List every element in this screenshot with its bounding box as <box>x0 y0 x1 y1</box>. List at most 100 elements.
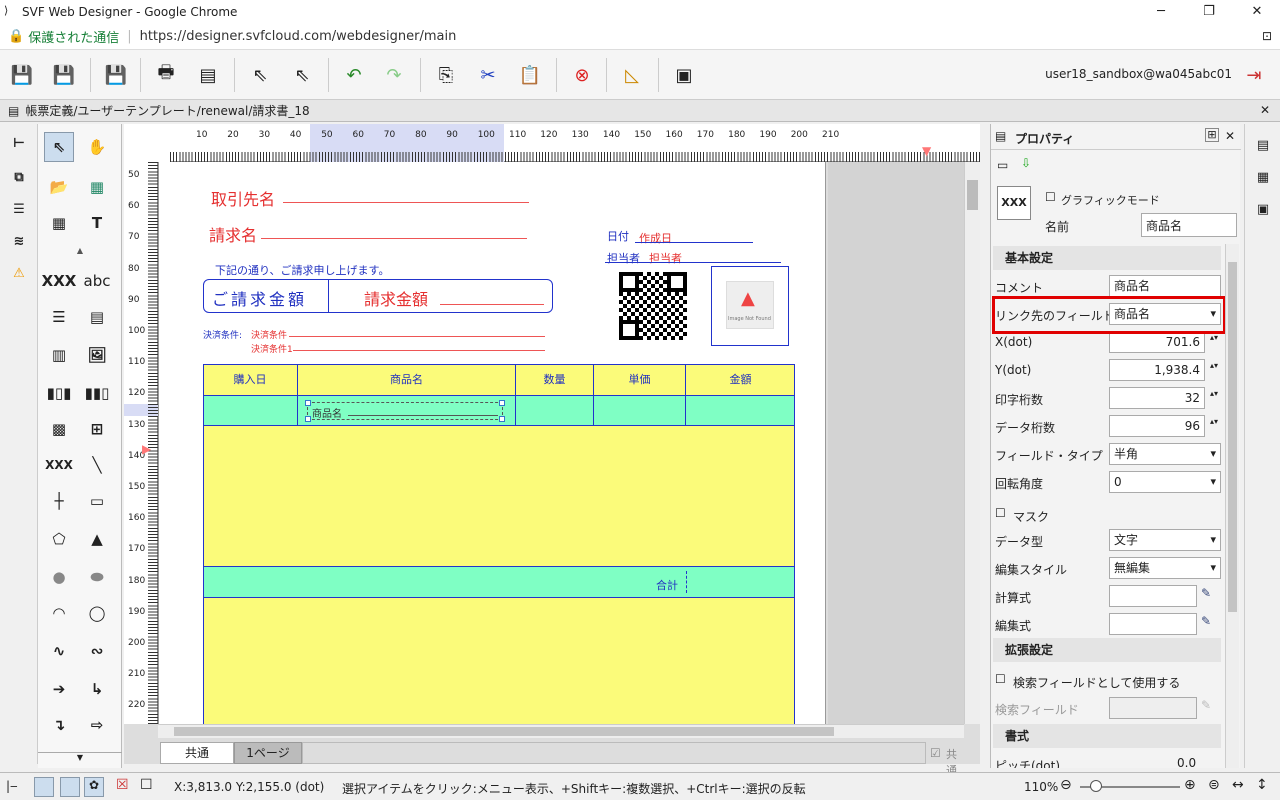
cross-line-icon[interactable]: ┼ <box>44 486 74 516</box>
grid-settings-icon[interactable]: ▦ <box>1248 162 1278 192</box>
color-icon[interactable]: ✿ <box>84 777 104 797</box>
error-icon[interactable]: ☒ <box>116 777 129 793</box>
qr-code[interactable] <box>619 272 687 340</box>
seikyu-field[interactable]: 請求名 <box>209 222 257 246</box>
prop-input[interactable]: 0 <box>1109 471 1221 493</box>
calc-input[interactable] <box>1109 585 1197 607</box>
form-page[interactable]: 取引先名 請求名 日付 作成日 担当者 担当者 下記の通り、ご請求申し上げます。… <box>158 162 826 724</box>
prop-input[interactable]: 半角 <box>1109 443 1221 465</box>
field-tool-icon[interactable]: XXX <box>42 266 77 296</box>
open-folder-icon[interactable]: 📂 <box>44 172 74 202</box>
props-scrollbar[interactable] <box>1225 244 1239 768</box>
bent-arrow-icon[interactable]: ↳ <box>82 674 112 704</box>
curve-icon[interactable]: ∾ <box>82 636 112 666</box>
undo-icon[interactable]: ↶ <box>340 61 368 89</box>
qr-icon[interactable]: ▩ <box>44 414 74 444</box>
box-icon[interactable]: ☐ <box>140 777 153 793</box>
arrow-icon[interactable]: ➔ <box>44 674 74 704</box>
search-edit-icon[interactable]: ✎ <box>1201 698 1211 712</box>
amount-box[interactable]: ご請求金額 請求金額 <box>203 279 553 313</box>
delete-icon[interactable]: ⊗ <box>568 61 596 89</box>
barcode-icon[interactable]: ▮▯▮ <box>44 378 74 408</box>
edit-input[interactable] <box>1109 613 1197 635</box>
prop-input[interactable]: 701.6 <box>1109 331 1218 353</box>
payment-field-2[interactable]: 決済条件1 <box>251 342 293 355</box>
select-icon[interactable]: ⇖ <box>246 61 274 89</box>
copy-icon[interactable]: ⎘ <box>432 61 460 89</box>
table-header-cell[interactable]: 商品名 <box>297 364 515 396</box>
block-arrow-icon[interactable]: ⇨ <box>82 710 112 740</box>
close-window-button[interactable]: ✕ <box>1234 0 1280 24</box>
properties-toggle-icon[interactable]: ▤ <box>1248 130 1278 160</box>
zoom-slider[interactable] <box>1080 780 1180 792</box>
list-field-icon[interactable]: ☰ <box>44 302 74 332</box>
new-icon[interactable]: ▭ <box>997 158 1008 172</box>
prop-dropdown[interactable]: 無編集 <box>1109 557 1221 579</box>
polygon-icon[interactable]: ⬠ <box>44 524 74 554</box>
fit-width-icon[interactable]: ↔ <box>1232 777 1244 793</box>
table-header-cell[interactable]: 数量 <box>515 364 593 396</box>
close-props-icon[interactable]: ✕ <box>1225 129 1235 143</box>
zoom-in-icon[interactable]: ⊕ <box>1184 777 1196 793</box>
prop-input[interactable]: 32 <box>1109 387 1218 409</box>
logout-icon[interactable]: ⇥ <box>1240 61 1268 89</box>
redo-icon[interactable]: ↷ <box>380 61 408 89</box>
vertical-scrollbar[interactable] <box>964 162 980 724</box>
horizontal-scrollbar[interactable] <box>158 724 964 738</box>
minimize-button[interactable]: ─ <box>1138 0 1184 24</box>
preview-icon[interactable]: ▤ <box>194 61 222 89</box>
save-settings-icon[interactable]: 💾 <box>102 61 130 89</box>
select-all-icon[interactable]: ⇖ <box>288 61 316 89</box>
profile-icon[interactable]: ▣ <box>670 61 698 89</box>
table-icon[interactable]: ▥ <box>44 340 74 370</box>
table-header-cell[interactable]: 金額 <box>685 364 795 396</box>
mask-checkbox[interactable]: ☐ <box>995 506 1006 520</box>
graphic-mode-checkbox[interactable]: ☐ <box>1045 190 1056 204</box>
table-header-cell[interactable]: 単価 <box>593 364 685 396</box>
import-icon[interactable]: ▦ <box>82 172 112 202</box>
total-row[interactable]: 合計 <box>203 566 795 598</box>
line-icon[interactable]: ╲ <box>82 450 112 480</box>
subform-icon[interactable]: ▤ <box>82 302 112 332</box>
prop-dropdown[interactable]: 文字 <box>1109 529 1221 551</box>
list-icon[interactable]: ☰ <box>4 194 34 224</box>
name-input[interactable]: 商品名 <box>1141 213 1237 237</box>
document-tab[interactable]: ▤ 帳票定義/ユーザーテンプレート/renewal/請求書_18 ✕ <box>0 100 1280 122</box>
format-section[interactable]: 書式 <box>993 724 1221 748</box>
url-text[interactable]: https://designer.svfcloud.com/webdesigne… <box>140 29 457 44</box>
image-frame[interactable]: ▲ Image Not Found <box>711 266 789 346</box>
image-icon[interactable]: 🖼 <box>82 340 112 370</box>
ellipse-icon[interactable]: ⬬ <box>82 562 112 592</box>
bent-arrow2-icon[interactable]: ↴ <box>44 710 74 740</box>
close-tab-icon[interactable]: ✕ <box>1260 103 1270 117</box>
rectangle-icon[interactable]: ▭ <box>82 486 112 516</box>
paste-icon[interactable]: 📋 <box>516 61 544 89</box>
prop-input[interactable]: 96 <box>1109 415 1218 437</box>
tree-icon[interactable]: ⊢ <box>4 128 34 158</box>
ellipse-arc-icon[interactable]: ◯ <box>82 598 112 628</box>
translate-icon[interactable]: ⊡ <box>1262 29 1272 43</box>
search-field-checkbox[interactable]: ☐ <box>995 672 1006 686</box>
ext-section[interactable]: 拡張設定 <box>993 638 1221 662</box>
payment-field-1[interactable]: 決済条件 <box>251 328 287 341</box>
cut-icon[interactable]: ✂ <box>474 61 502 89</box>
repeat-field-icon[interactable]: XXX <box>44 450 74 480</box>
grid-snap-icon[interactable] <box>34 777 54 797</box>
margin-marker-left-icon[interactable]: ▶ <box>142 442 151 456</box>
pointer-icon[interactable]: ⇖ <box>44 132 74 162</box>
ruler-icon[interactable]: ◺ <box>618 61 646 89</box>
triangle-icon[interactable]: ▲ <box>82 524 112 554</box>
download-icon[interactable]: ⇩ <box>1021 156 1031 170</box>
torihiki-field[interactable]: 取引先名 <box>211 186 275 210</box>
prop-input[interactable]: 商品名 <box>1109 275 1221 297</box>
tanto-field[interactable]: 担当者 <box>649 250 682 266</box>
fit-height-icon[interactable]: ↕ <box>1256 777 1268 793</box>
calc-edit-icon[interactable]: ✎ <box>1201 586 1211 600</box>
tab-page1[interactable]: 1ページ <box>234 742 302 764</box>
pitch-value[interactable]: 0.0 <box>1177 756 1196 768</box>
grid-icon[interactable]: ▦ <box>44 208 74 238</box>
amount-field[interactable]: 請求金額 <box>364 286 428 310</box>
print-icon[interactable]: 🖶 <box>152 61 180 89</box>
prop-input[interactable]: 1,938.4 <box>1109 359 1218 381</box>
margin-marker-icon[interactable]: ▼ <box>922 144 931 158</box>
